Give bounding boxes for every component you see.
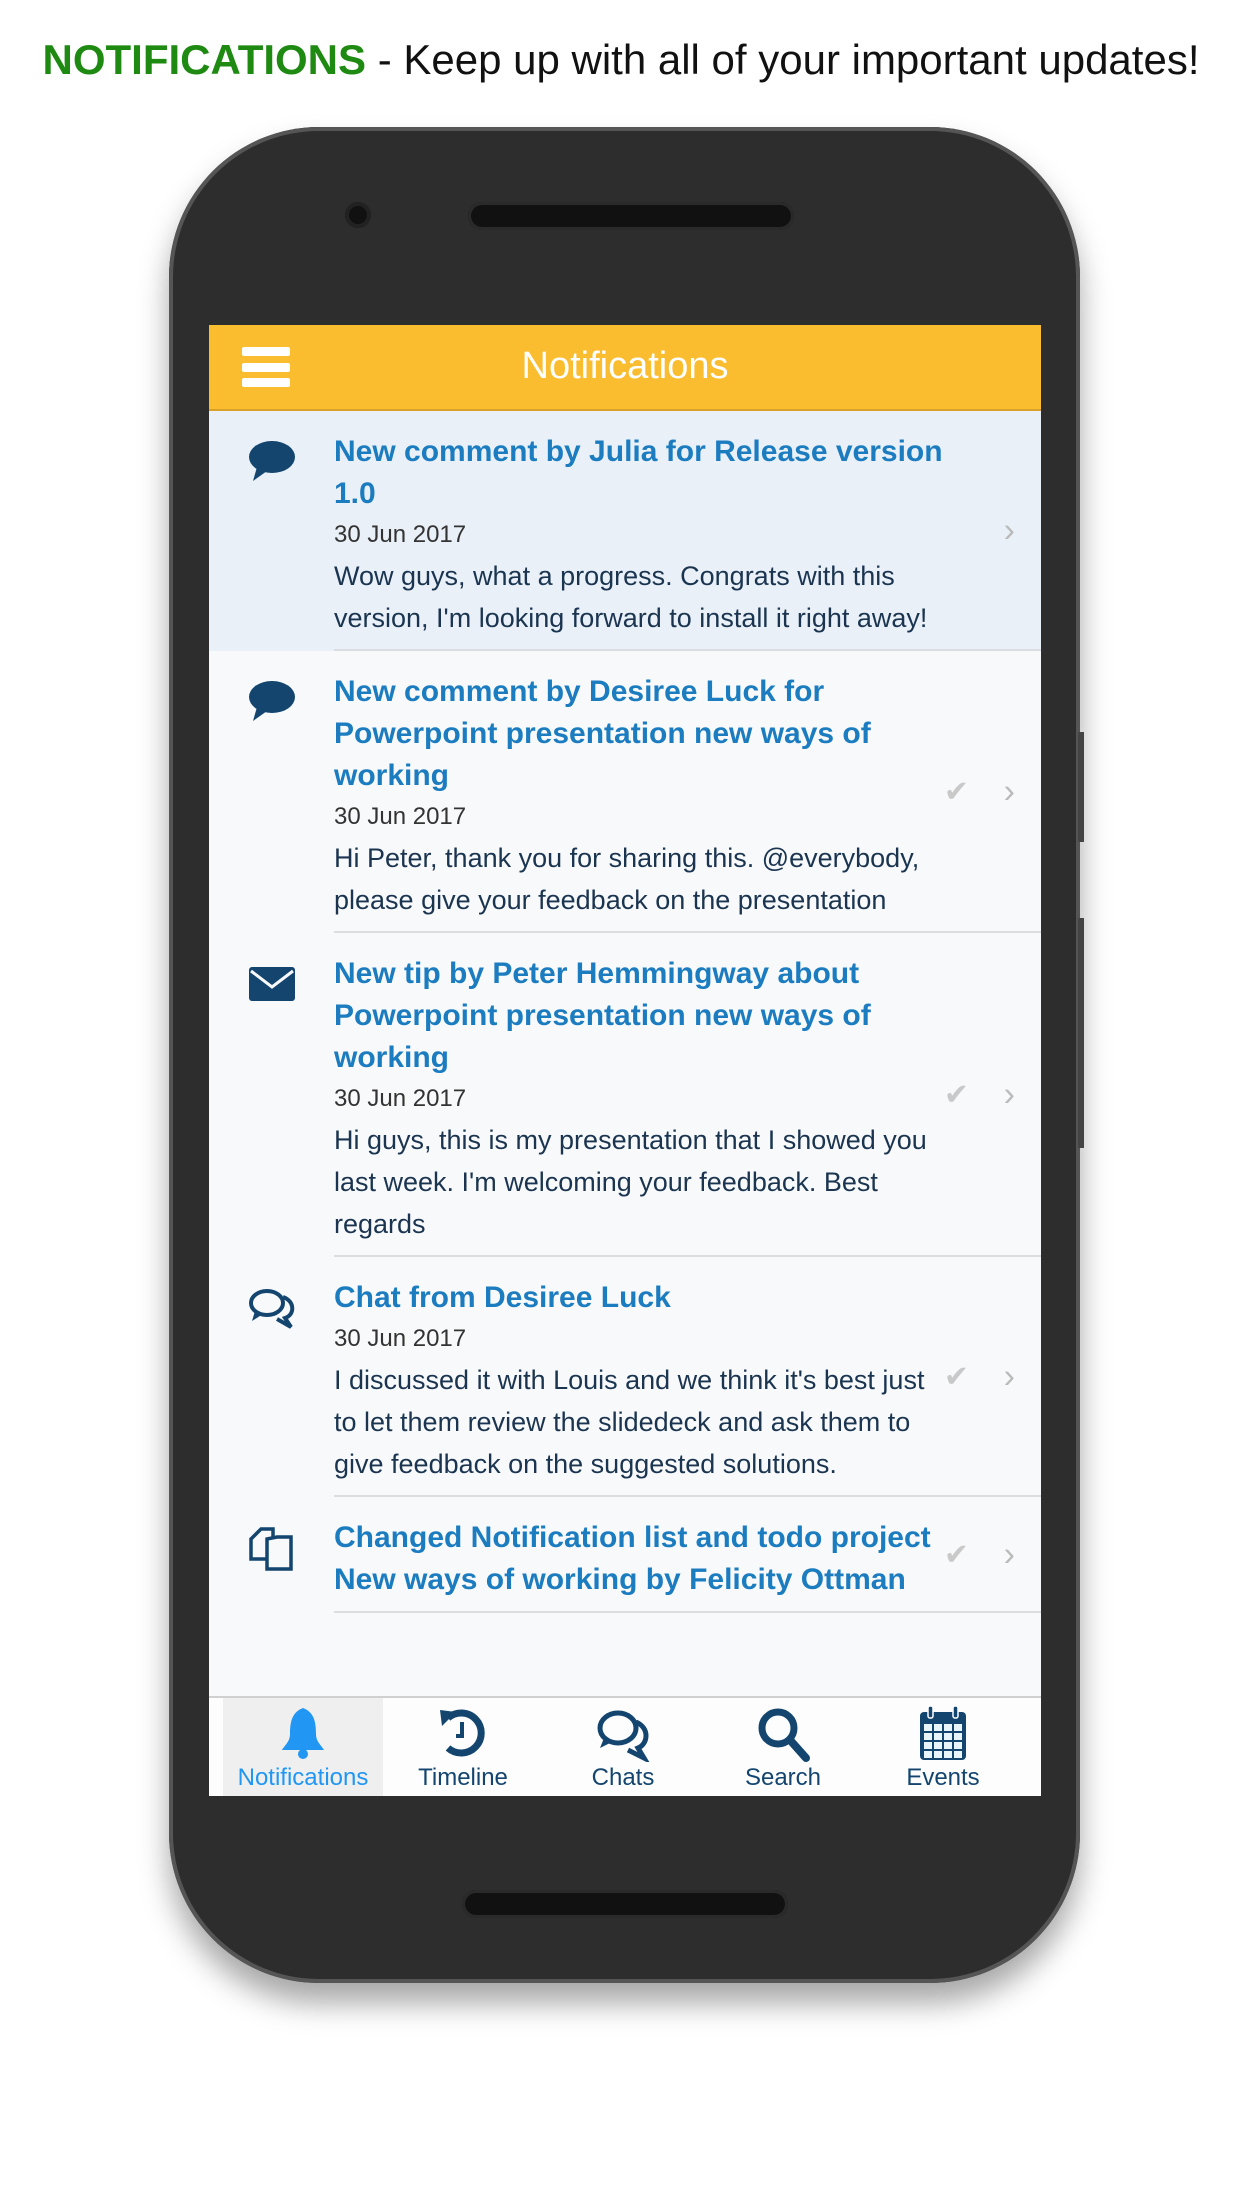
- camera: [345, 202, 371, 228]
- notification-title: Changed Notification list and todo proje…: [334, 1521, 931, 1596]
- chevron-right-icon[interactable]: ›: [1004, 1536, 1015, 1575]
- chats-icon: [247, 1285, 297, 1331]
- notification-body: Hi Peter, thank you for sharing this. @e…: [334, 843, 920, 915]
- mark-read-check-icon[interactable]: ✔: [944, 1078, 969, 1113]
- tab-label: Events: [906, 1764, 980, 1791]
- notification-body: I discussed it with Louis and we think i…: [334, 1365, 925, 1479]
- notification-title: New comment by Julia for Release version…: [334, 435, 943, 510]
- top-speaker: [468, 202, 794, 230]
- tab-timeline[interactable]: Timeline: [383, 1698, 543, 1796]
- notification-title: Chat from Desiree Luck: [334, 1281, 671, 1314]
- calendar-icon: [863, 1704, 1023, 1762]
- chats-icon: [543, 1704, 703, 1762]
- copy-icon: [247, 1525, 297, 1571]
- bottom-speaker: [462, 1890, 788, 1918]
- app-screen: Notifications New comment by Julia for R…: [209, 325, 1041, 1796]
- power-button: [1078, 918, 1084, 1148]
- tab-chats[interactable]: Chats: [543, 1698, 703, 1796]
- mark-read-check-icon[interactable]: ✔: [944, 775, 969, 810]
- caption-text: - Keep up with all of your important upd…: [366, 36, 1200, 83]
- notification-body: Hi guys, this is my presentation that I …: [334, 1125, 927, 1239]
- header-title: Notifications: [521, 345, 729, 387]
- mark-read-check-icon[interactable]: ✔: [944, 1538, 969, 1573]
- history-icon: [383, 1704, 543, 1762]
- notification-title: New comment by Desiree Luck for Powerpoi…: [334, 675, 871, 792]
- chevron-right-icon[interactable]: ›: [1004, 1358, 1015, 1397]
- comment-icon: [247, 679, 297, 725]
- tab-label: Timeline: [418, 1764, 508, 1791]
- notification-date: 30 Jun 2017: [334, 1325, 467, 1352]
- comment-icon: [247, 439, 297, 485]
- caption-highlight: NOTIFICATIONS: [42, 36, 367, 83]
- notification-body: Wow guys, what a progress. Congrats with…: [334, 561, 928, 633]
- tab-label: Search: [744, 1764, 822, 1791]
- envelope-icon: [247, 961, 297, 1007]
- tab-search[interactable]: Search: [703, 1698, 863, 1796]
- notification-item[interactable]: New tip by Peter Hemmingway about Powerp…: [209, 933, 1041, 1257]
- notification-list[interactable]: New comment by Julia for Release version…: [209, 411, 1041, 1695]
- notification-title: New tip by Peter Hemmingway about Powerp…: [334, 957, 871, 1074]
- app-header: Notifications: [209, 325, 1041, 411]
- chevron-right-icon[interactable]: ›: [1004, 512, 1015, 551]
- notification-item[interactable]: Changed Notification list and todo proje…: [209, 1497, 1041, 1613]
- tab-events[interactable]: Events: [863, 1698, 1023, 1796]
- notification-item[interactable]: Chat from Desiree Luck 30 Jun 2017 I dis…: [209, 1257, 1041, 1497]
- notification-date: 30 Jun 2017: [334, 803, 467, 830]
- mark-read-check-icon[interactable]: ✔: [944, 1360, 969, 1395]
- chevron-right-icon[interactable]: ›: [1004, 773, 1015, 812]
- notification-date: 30 Jun 2017: [334, 521, 467, 548]
- notification-item[interactable]: New comment by Desiree Luck for Powerpoi…: [209, 651, 1041, 933]
- tab-label: Chats: [591, 1764, 655, 1791]
- tab-notifications[interactable]: Notifications: [223, 1698, 383, 1796]
- notification-date: 30 Jun 2017: [334, 1085, 467, 1112]
- bell-icon: [223, 1704, 383, 1762]
- tab-label: Notifications: [237, 1764, 369, 1791]
- notification-item[interactable]: New comment by Julia for Release version…: [209, 411, 1041, 651]
- chevron-right-icon[interactable]: ›: [1004, 1076, 1015, 1115]
- page-caption: NOTIFICATIONS - Keep up with all of your…: [0, 36, 1242, 84]
- search-icon: [703, 1704, 863, 1762]
- volume-button: [1078, 732, 1084, 842]
- bottom-nav: Notifications Timeline Chats Search Events: [209, 1696, 1041, 1796]
